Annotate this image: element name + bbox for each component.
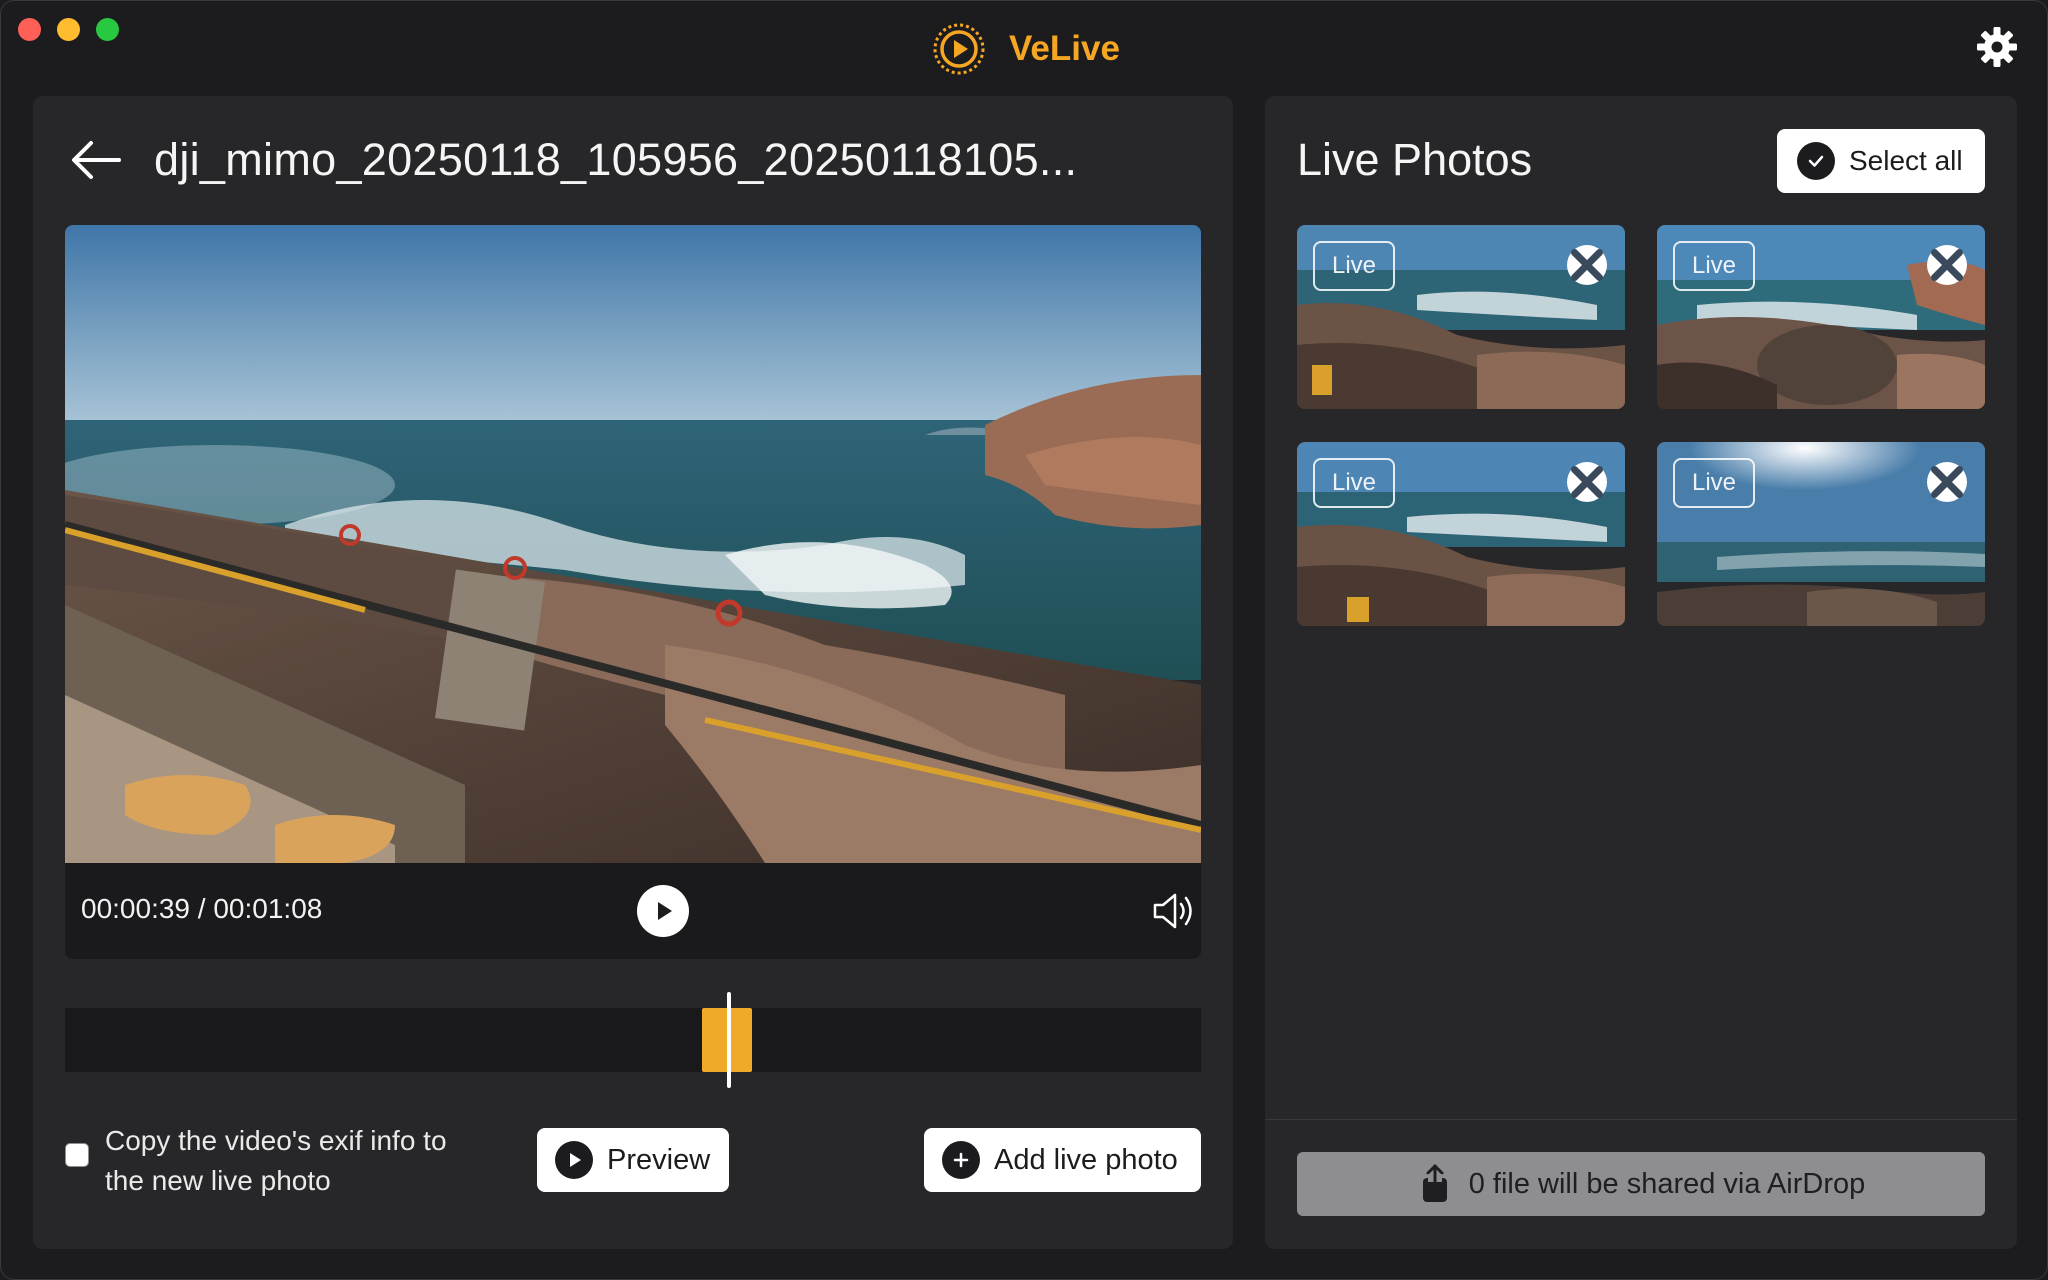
panel-divider [1265,1119,2017,1120]
maximize-window-button[interactable] [96,18,119,41]
app-window: VeLive dji_mimo_20250118_105956_20250118… [0,0,2048,1280]
live-photo-thumbnail[interactable]: Live [1657,442,1985,626]
airdrop-share-button[interactable]: 0 file will be shared via AirDrop [1297,1152,1985,1216]
total-time: 00:01:08 [213,893,323,924]
playhead[interactable] [727,992,731,1088]
copy-exif-label: Copy the video's exif info to the new li… [105,1125,447,1196]
live-badge: Live [1313,241,1395,291]
close-icon[interactable] [1927,462,1967,502]
plus-icon [942,1141,980,1179]
player-controls: 00:00:39 / 00:01:08 [65,863,1201,959]
preview-label: Preview [607,1143,711,1176]
app-brand: VeLive [931,21,1120,77]
add-live-photo-button[interactable]: Add live photo [924,1128,1201,1192]
live-photo-thumbnail[interactable]: Live [1657,225,1985,409]
select-all-label: Select all [1849,145,1963,176]
play-icon [555,1141,593,1179]
current-time: 00:00:39 [81,893,190,924]
video-preview[interactable] [65,225,1201,863]
close-icon[interactable] [1567,245,1607,285]
minimize-window-button[interactable] [57,18,80,41]
copy-exif-checkbox[interactable] [65,1143,89,1167]
editor-panel: dji_mimo_20250118_105956_20250118105... [33,96,1233,1249]
copy-exif-option: Copy the video's exif info to the new li… [65,1121,465,1201]
live-photo-thumbnail[interactable]: Live [1297,442,1625,626]
video-frame-image [65,225,1201,863]
checkmark-icon [1797,142,1835,180]
live-photos-panel: Live Photos Select all Live Live Live Li… [1265,96,2017,1249]
play-button[interactable] [637,885,689,937]
back-arrow-icon[interactable] [69,138,123,182]
select-all-button[interactable]: Select all [1777,129,1985,193]
close-icon[interactable] [1927,245,1967,285]
live-badge: Live [1673,458,1755,508]
app-name: VeLive [1009,29,1120,68]
window-controls [18,18,119,41]
close-window-button[interactable] [18,18,41,41]
preview-button[interactable]: Preview [537,1128,729,1192]
time-separator: / [190,893,214,924]
share-icon [1422,1164,1447,1202]
file-title: dji_mimo_20250118_105956_20250118105... [154,134,1078,185]
close-icon[interactable] [1567,462,1607,502]
time-display: 00:00:39 / 00:01:08 [81,893,322,925]
add-live-photo-label: Add live photo [994,1143,1178,1176]
timeline-track[interactable] [65,1008,1201,1072]
gear-icon[interactable] [1975,25,2019,69]
play-icon [658,902,672,920]
live-badge: Live [1313,458,1395,508]
live-badge: Live [1673,241,1755,291]
velive-logo-icon [933,23,985,75]
airdrop-share-label: 0 file will be shared via AirDrop [1468,1167,1866,1200]
live-photo-thumbnail[interactable]: Live [1297,225,1625,409]
live-photos-title: Live Photos [1297,134,1533,185]
volume-icon[interactable] [1151,889,1197,933]
